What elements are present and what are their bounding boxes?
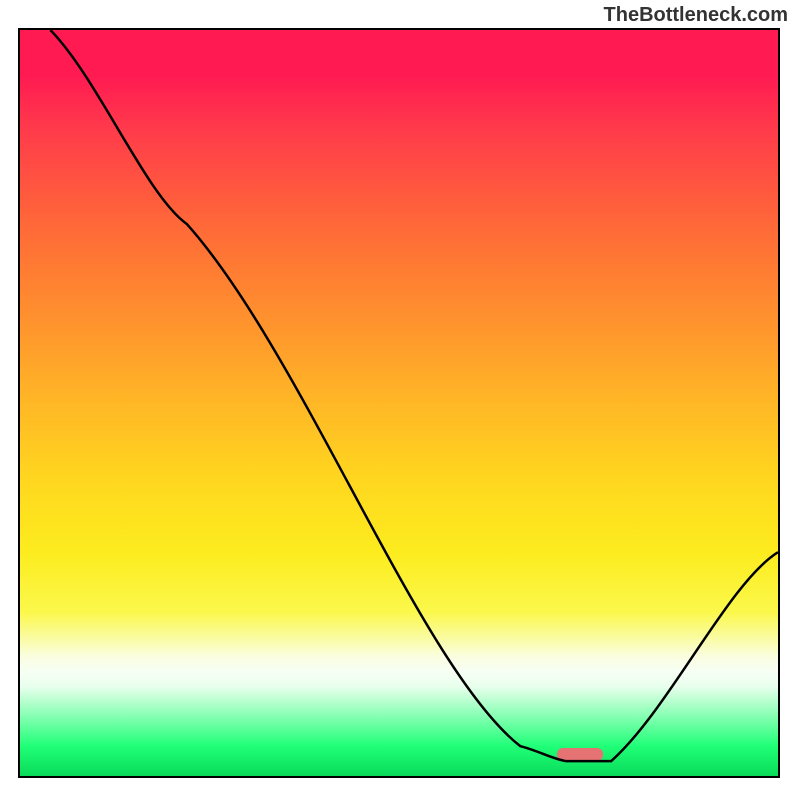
plot-area [18, 28, 780, 778]
chart-container: TheBottleneck.com [0, 0, 800, 800]
watermark-text: TheBottleneck.com [604, 4, 788, 27]
bottleneck-curve [20, 30, 778, 776]
